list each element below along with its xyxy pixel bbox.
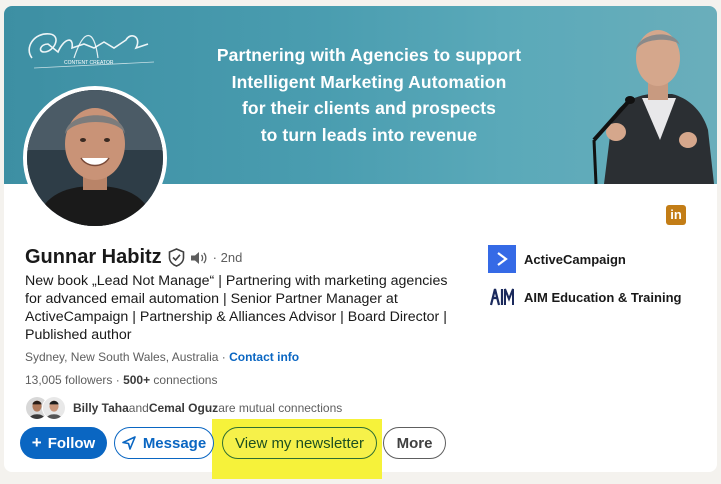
company-name: ActiveCampaign	[524, 251, 626, 267]
follow-button[interactable]: + Follow	[20, 427, 107, 459]
avatar-photo	[27, 90, 163, 226]
connections-count[interactable]: 500+	[123, 373, 150, 387]
name-row: Gunnar Habitz · 2nd	[25, 246, 242, 269]
connection-degree: · 2nd	[212, 250, 243, 265]
mutual-suffix: are mutual connections	[218, 401, 343, 415]
pronunciation-speaker-icon[interactable]	[190, 250, 208, 266]
followers-row: 13,005 followers · 500+ connections	[25, 373, 217, 387]
message-label: Message	[142, 434, 207, 452]
contact-info-link[interactable]: Contact info	[229, 350, 299, 364]
view-newsletter-button[interactable]: View my newsletter	[222, 427, 377, 459]
company-activecampaign[interactable]: ActiveCampaign	[488, 245, 626, 273]
newsletter-label: View my newsletter	[235, 434, 364, 452]
more-label: More	[396, 434, 433, 452]
profile-card: CONTENT CREATOR Partnering with Agencies…	[4, 6, 717, 472]
banner-line: Partnering with Agencies to support	[216, 45, 522, 65]
more-button[interactable]: More	[383, 427, 446, 459]
followers-label: followers	[61, 373, 113, 387]
signature-logo: CONTENT CREATOR	[28, 33, 155, 69]
location-text: Sydney, New South Wales, Australia	[25, 350, 219, 364]
banner-headline: Partnering with Agencies to support Inte…	[204, 42, 534, 148]
company-name: AIM Education & Training	[524, 289, 682, 305]
banner-line: Intelligent Marketing Automation	[231, 71, 507, 92]
profile-avatar[interactable]	[23, 86, 167, 230]
location-row: Sydney, New South Wales, Australia · Con…	[25, 350, 299, 364]
verified-shield-icon[interactable]	[168, 248, 185, 267]
linkedin-icon[interactable]: in	[666, 205, 686, 225]
mutual-name: Cemal Oguz	[148, 401, 219, 415]
company-aim[interactable]: AIM Education & Training	[488, 283, 681, 311]
follow-label: Follow	[47, 434, 96, 452]
aim-logo	[488, 283, 516, 311]
mutual-avatar	[42, 396, 66, 420]
profile-headline: New book „Lead Not Manage“ | Partnering …	[25, 273, 448, 343]
mutual-name: Billy Taha	[73, 401, 129, 415]
send-icon	[122, 436, 136, 450]
banner-line: for their clients and prospects	[242, 98, 496, 118]
location-separator: ·	[218, 350, 230, 364]
mutual-connections[interactable]: Billy Taha and Cemal Oguz are mutual con…	[25, 396, 342, 420]
banner-line: to turn leads into revenue	[260, 124, 478, 145]
connections-label[interactable]: connections	[150, 373, 217, 387]
mutual-avatars	[25, 396, 69, 420]
connections-separator: ·	[112, 373, 124, 387]
plus-icon: +	[31, 433, 42, 452]
banner-speaker-photo	[592, 30, 714, 184]
logo-subtitle: CONTENT CREATOR	[64, 60, 114, 66]
mutual-and: and	[128, 401, 149, 415]
profile-name: Gunnar Habitz	[25, 246, 162, 268]
message-button[interactable]: Message	[114, 427, 214, 459]
activecampaign-logo	[488, 245, 516, 273]
followers-count: 13,005	[25, 373, 62, 387]
